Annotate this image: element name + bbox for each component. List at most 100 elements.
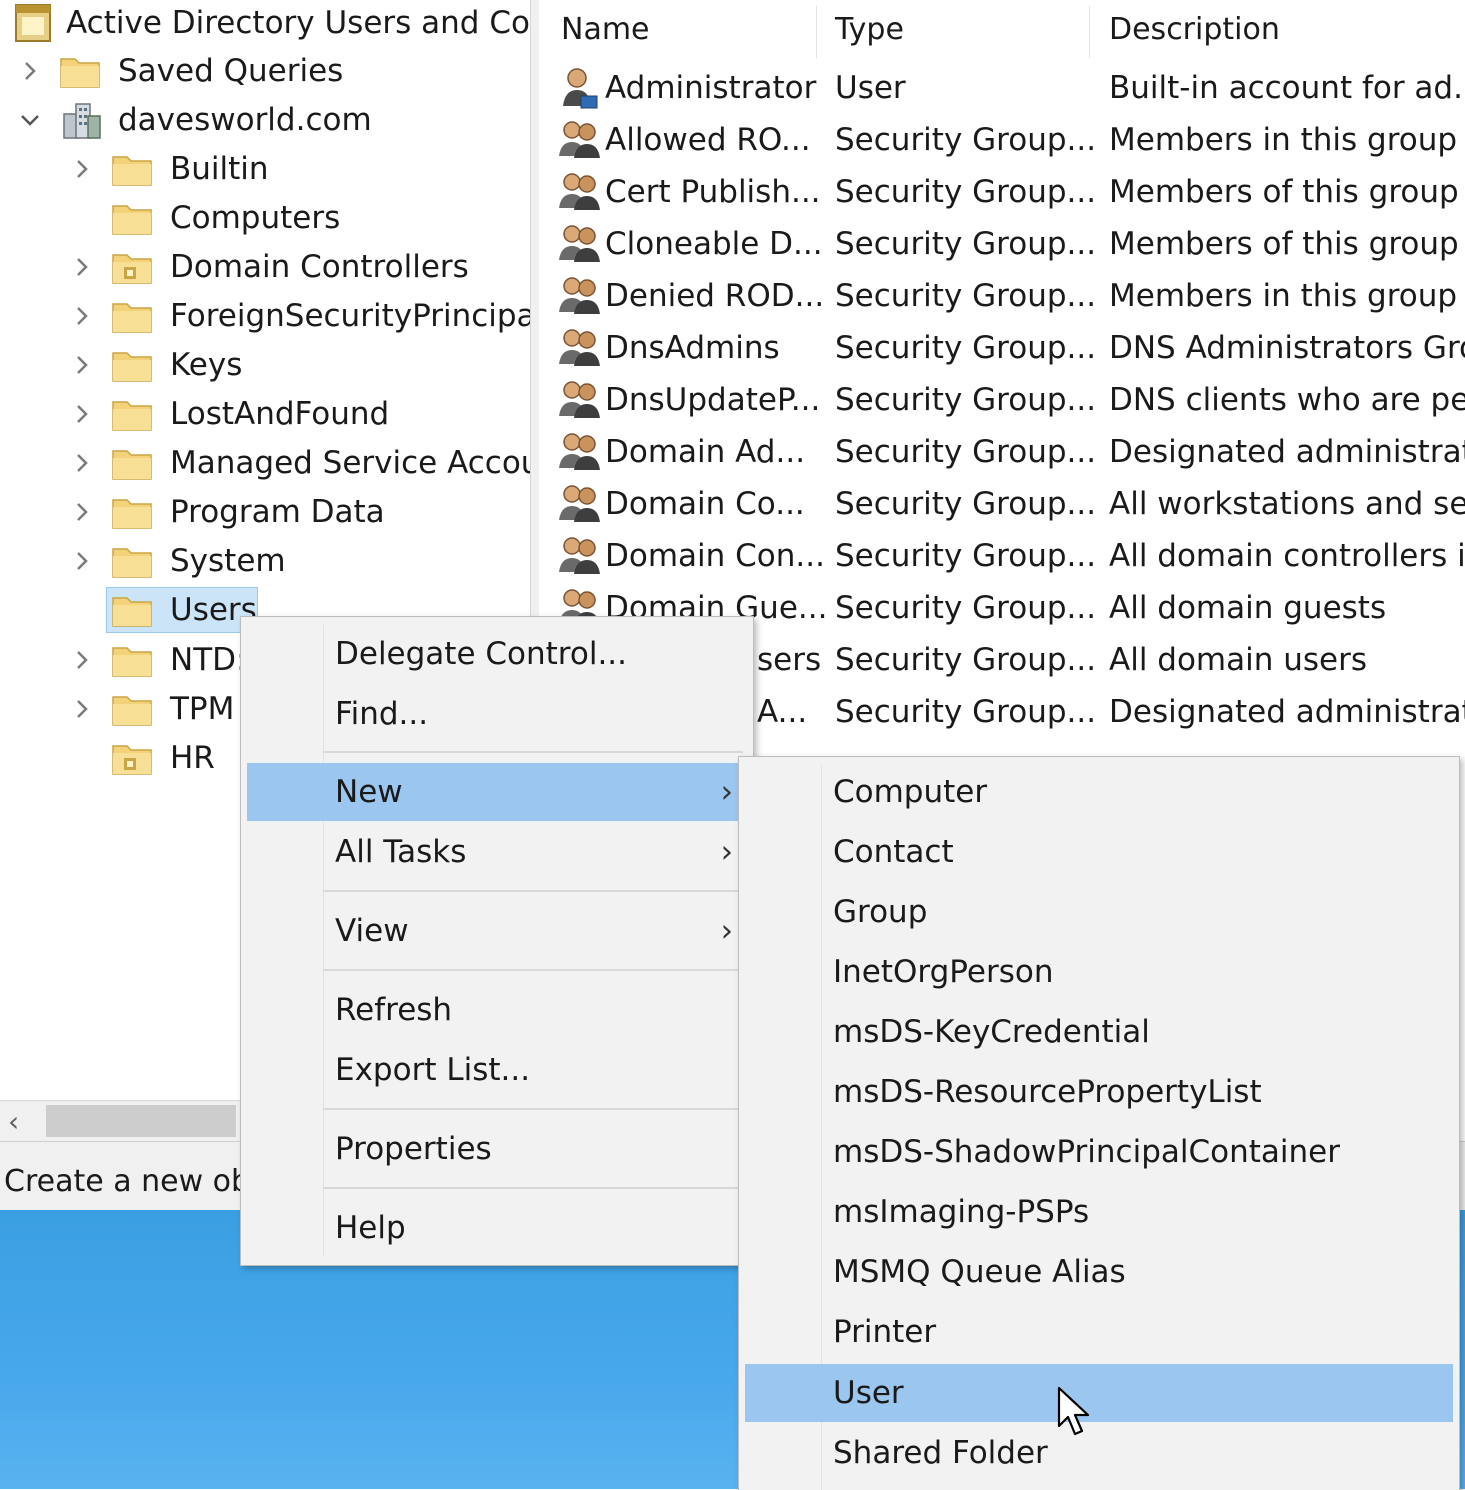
- column-header-type[interactable]: Type: [835, 0, 1085, 58]
- chevron-right-icon[interactable]: [66, 489, 98, 535]
- cell-type: Security Group...: [835, 174, 1097, 210]
- cell-description: All domain guests: [1109, 590, 1387, 626]
- tree-item-label: Keys: [170, 347, 243, 383]
- menu-separator: [323, 969, 743, 971]
- chevron-right-icon[interactable]: [66, 244, 98, 290]
- cell-type: Security Group...: [835, 330, 1097, 366]
- group-icon: [559, 225, 600, 262]
- submenu-item-printer[interactable]: Printer: [745, 1303, 1453, 1361]
- menu-item-help[interactable]: Help: [247, 1199, 747, 1257]
- tree-item-builtin[interactable]: Builtin: [0, 146, 530, 192]
- menu-item-all-tasks[interactable]: All Tasks ›: [247, 823, 747, 881]
- submenu-item-user[interactable]: User: [745, 1364, 1453, 1422]
- list-row-administrator[interactable]: Administrator User Built-in account for …: [539, 62, 1465, 114]
- submenu-item-contact[interactable]: Contact: [745, 823, 1453, 881]
- menu-separator: [323, 1187, 743, 1189]
- mouse-cursor-icon: [1057, 1386, 1090, 1436]
- tree-item-keys[interactable]: Keys: [0, 342, 530, 388]
- scroll-thumb[interactable]: [46, 1105, 236, 1137]
- menu-item-export-list[interactable]: Export List...: [247, 1041, 747, 1099]
- submenu-item-msds-keycredential[interactable]: msDS-KeyCredential: [745, 1003, 1453, 1061]
- tree-item-domain[interactable]: davesworld.com: [0, 97, 530, 143]
- column-divider[interactable]: [1089, 6, 1090, 58]
- menu-item-label: Group: [833, 894, 928, 930]
- submenu-item-msds-resourcepropertylist[interactable]: msDS-ResourcePropertyList: [745, 1063, 1453, 1121]
- menu-item-find[interactable]: Find...: [247, 685, 747, 743]
- cell-description: Members in this group c.: [1109, 122, 1465, 158]
- chevron-right-icon[interactable]: [66, 637, 98, 683]
- tree-item-label: Program Data: [170, 494, 385, 530]
- cell-type: Security Group...: [835, 694, 1097, 730]
- tree-item-label: Domain Controllers: [170, 249, 469, 285]
- cell-type: Security Group...: [835, 122, 1097, 158]
- tree-item-program-data[interactable]: Program Data: [0, 489, 530, 535]
- tree-item-label: ForeignSecurityPrincipal:: [170, 298, 530, 334]
- chevron-right-icon[interactable]: [66, 391, 98, 437]
- menu-item-label: Find...: [335, 696, 429, 732]
- chevron-right-icon[interactable]: [66, 538, 98, 584]
- tree-item-saved-queries[interactable]: Saved Queries: [0, 48, 530, 94]
- chevron-right-icon[interactable]: [66, 293, 98, 339]
- list-row-dnsupdateproxy[interactable]: DnsUpdateP... Security Group... DNS clie…: [539, 374, 1465, 426]
- column-divider[interactable]: [816, 6, 817, 58]
- folder-icon: [112, 597, 152, 627]
- menu-item-delegate-control[interactable]: Delegate Control...: [247, 625, 747, 683]
- status-text: Create a new obj: [4, 1164, 259, 1199]
- cell-name: Domain Con...: [605, 538, 825, 574]
- menu-item-label: msDS-ResourcePropertyList: [833, 1074, 1262, 1110]
- submenu-item-inetorgperson[interactable]: InetOrgPerson: [745, 943, 1453, 1001]
- submenu-item-msimaging-psps[interactable]: msImaging-PSPs: [745, 1183, 1453, 1241]
- tree-item-lost-and-found[interactable]: LostAndFound: [0, 391, 530, 437]
- tree-item-managed-service-accounts[interactable]: Managed Service Accour: [0, 440, 530, 486]
- cell-name: Domain Ad...: [605, 434, 806, 470]
- submenu-item-group[interactable]: Group: [745, 883, 1453, 941]
- column-header-name[interactable]: Name: [561, 0, 811, 58]
- menu-item-label: Delegate Control...: [335, 636, 628, 672]
- list-row-domain-controllers[interactable]: Domain Con... Security Group... All doma…: [539, 530, 1465, 582]
- chevron-down-icon[interactable]: [14, 97, 46, 143]
- cell-description: All domain users: [1109, 642, 1368, 678]
- list-row-cert-publishers[interactable]: Cert Publish... Security Group... Member…: [539, 166, 1465, 218]
- folder-icon: [112, 499, 152, 529]
- submenu-item-msmq-queue-alias[interactable]: MSMQ Queue Alias: [745, 1243, 1453, 1301]
- list-row-dnsadmins[interactable]: DnsAdmins Security Group... DNS Administ…: [539, 322, 1465, 374]
- group-icon: [559, 485, 600, 522]
- menu-item-new[interactable]: New ›: [247, 763, 747, 821]
- cell-name: Cert Publish...: [605, 174, 821, 210]
- folder-icon: [112, 205, 152, 235]
- menu-item-label: Help: [335, 1210, 406, 1246]
- submenu-arrow-icon: ›: [720, 774, 733, 810]
- list-row-cloneable-dc[interactable]: Cloneable D... Security Group... Members…: [539, 218, 1465, 270]
- tree-item-system[interactable]: System: [0, 538, 530, 584]
- chevron-right-icon[interactable]: [66, 342, 98, 388]
- cell-type: Security Group...: [835, 538, 1097, 574]
- menu-item-label: New: [335, 774, 403, 810]
- chevron-right-icon[interactable]: [66, 440, 98, 486]
- snapin-icon: [15, 4, 51, 42]
- menu-item-view[interactable]: View ›: [247, 902, 747, 960]
- submenu-item-computer[interactable]: Computer: [745, 763, 1453, 821]
- menu-item-label: Computer: [833, 774, 988, 810]
- menu-separator: [323, 751, 743, 753]
- menu-item-refresh[interactable]: Refresh: [247, 981, 747, 1039]
- ou-folder-icon: [112, 254, 152, 284]
- chevron-right-icon[interactable]: [66, 686, 98, 732]
- cell-name: Denied ROD...: [605, 278, 825, 314]
- tree-item-domain-controllers[interactable]: Domain Controllers: [0, 244, 530, 290]
- tree-item-computers[interactable]: Computers: [0, 195, 530, 241]
- submenu-item-shared-folder[interactable]: Shared Folder: [745, 1424, 1453, 1482]
- menu-item-properties[interactable]: Properties: [247, 1120, 747, 1178]
- tree-item-foreign-security-principals[interactable]: ForeignSecurityPrincipal:: [0, 293, 530, 339]
- menu-item-label: View: [335, 913, 409, 949]
- chevron-right-icon[interactable]: [14, 48, 46, 94]
- list-row-denied-rodc[interactable]: Denied ROD... Security Group... Members …: [539, 270, 1465, 322]
- tree-item-label: Computers: [170, 200, 341, 236]
- list-row-domain-computers[interactable]: Domain Co... Security Group... All works…: [539, 478, 1465, 530]
- list-row-domain-admins[interactable]: Domain Ad... Security Group... Designate…: [539, 426, 1465, 478]
- list-row-allowed-rodc[interactable]: Allowed RO... Security Group... Members …: [539, 114, 1465, 166]
- submenu-item-msds-shadowprincipalcontainer[interactable]: msDS-ShadowPrincipalContainer: [745, 1123, 1453, 1181]
- scroll-left-arrow[interactable]: ‹: [8, 1105, 19, 1138]
- chevron-right-icon[interactable]: [66, 146, 98, 192]
- tree-item-root[interactable]: Active Directory Users and Com: [0, 0, 530, 46]
- column-header-description[interactable]: Description: [1109, 0, 1465, 58]
